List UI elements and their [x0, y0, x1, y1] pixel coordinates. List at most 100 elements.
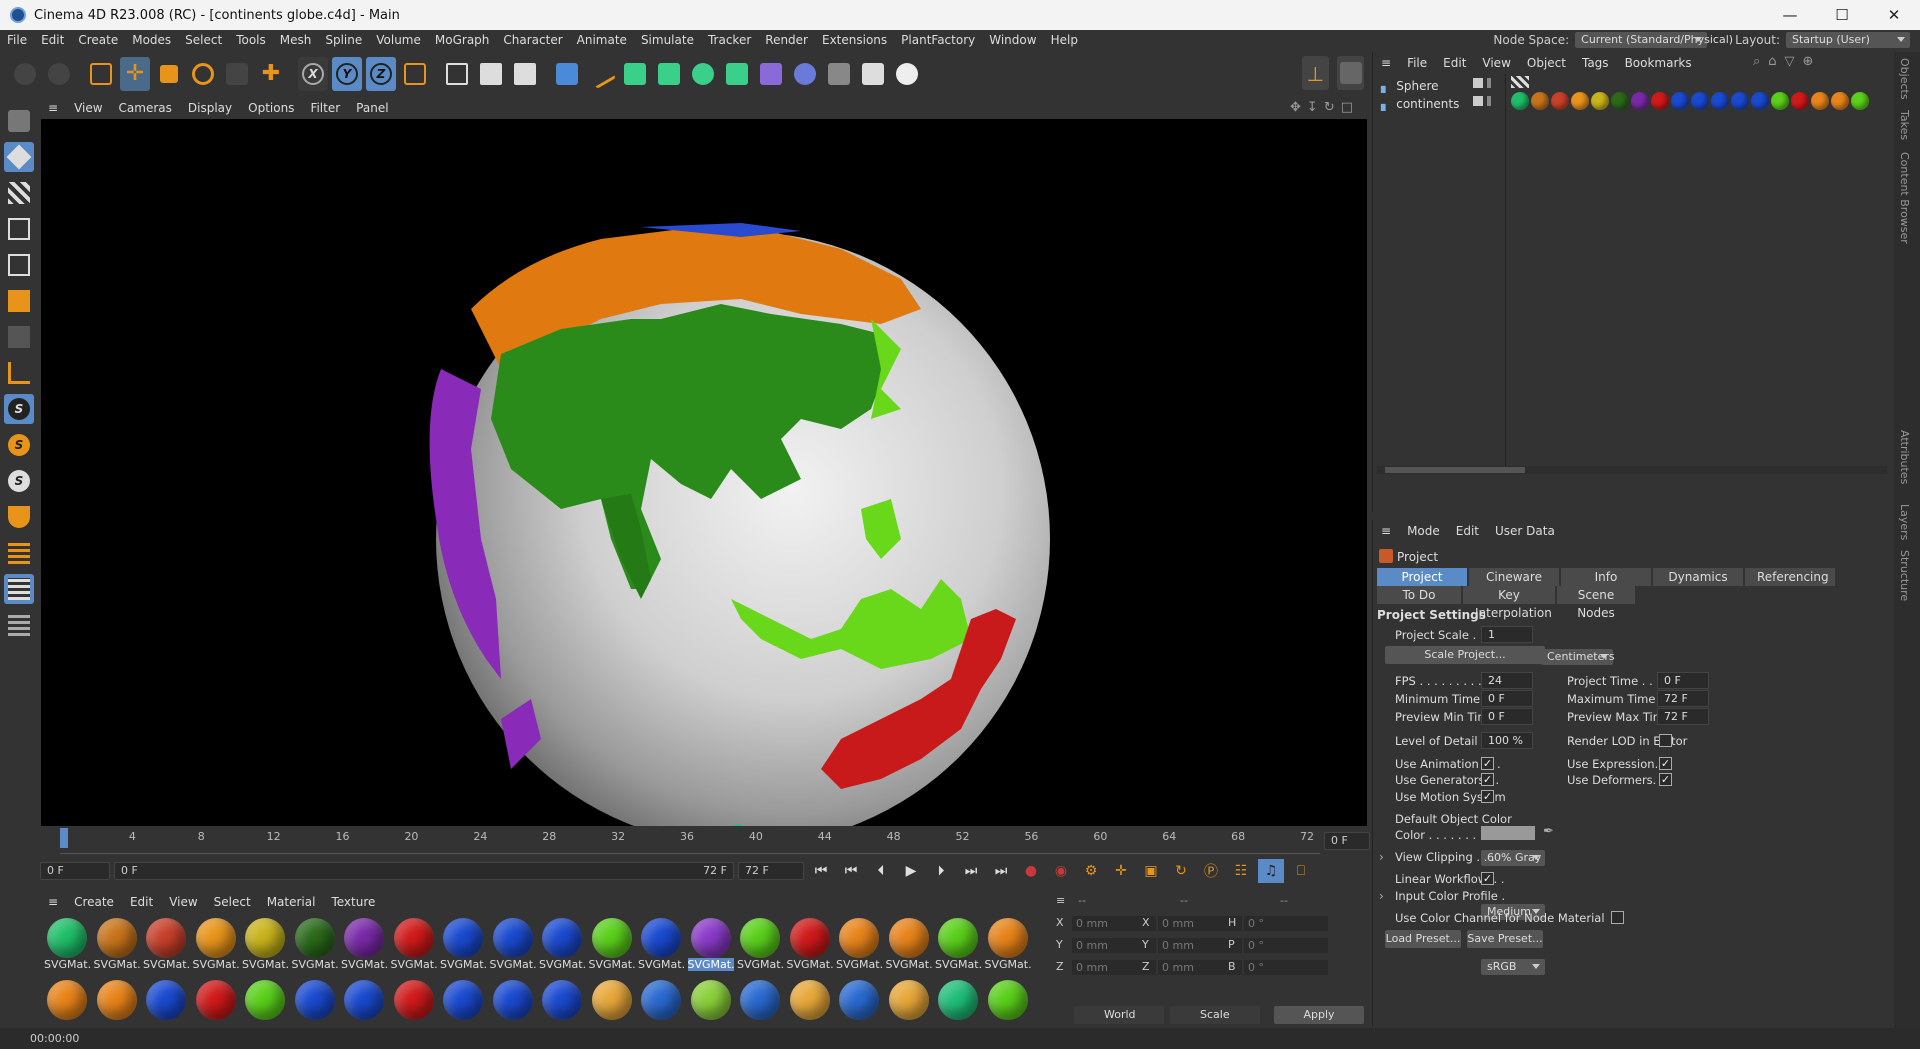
material-swatch[interactable]: SVGMat. [391, 918, 438, 971]
object-menu-view[interactable]: View [1474, 56, 1518, 70]
units-select[interactable]: Centimeters [1541, 649, 1615, 665]
go-to-end-icon[interactable]: ⏭ [988, 859, 1014, 883]
pen-tool-button[interactable] [585, 57, 617, 91]
solo-off-button[interactable]: S [4, 466, 34, 496]
attr-menu-mode[interactable]: Mode [1399, 524, 1448, 538]
max-time-field[interactable]: 72 F [1657, 690, 1709, 707]
side-tab-objects[interactable]: Objects [1898, 58, 1911, 100]
material-swatch[interactable] [391, 980, 437, 1020]
maximize-icon[interactable]: ☐ [1816, 0, 1868, 30]
load-preset-button[interactable]: Load Preset... [1385, 930, 1461, 948]
material-menu-edit[interactable]: Edit [122, 895, 161, 909]
hamburger-icon[interactable]: ≡ [40, 895, 66, 909]
sphere-visibility[interactable] [1473, 78, 1497, 92]
min-time-field[interactable]: 0 F [1481, 690, 1533, 707]
material-tag-icon[interactable] [1731, 92, 1749, 110]
coordinate-system-button[interactable] [400, 57, 430, 91]
material-tag-icon[interactable] [1611, 92, 1629, 110]
light-button[interactable] [892, 57, 922, 91]
go-to-start-icon[interactable]: ⏮ [808, 859, 834, 883]
material-swatch[interactable]: SVGMat. [836, 918, 883, 971]
menu-tracker[interactable]: Tracker [701, 33, 758, 47]
material-swatch[interactable]: SVGMat. [193, 918, 240, 971]
viewport-menu-panel[interactable]: Panel [348, 101, 396, 115]
end-frame-field[interactable]: 72 F [738, 862, 804, 880]
material-swatch[interactable] [440, 980, 486, 1020]
material-swatch[interactable]: SVGMat. [886, 918, 933, 971]
lod-field[interactable]: 100 % [1481, 732, 1533, 749]
menu-extensions[interactable]: Extensions [815, 33, 894, 47]
material-tag-icon[interactable] [1591, 92, 1609, 110]
uv-mode-button[interactable] [4, 322, 34, 352]
menu-render[interactable]: Render [758, 33, 815, 47]
material-swatch[interactable] [341, 980, 387, 1020]
texture-tag-icon[interactable] [1511, 76, 1529, 88]
next-frame-icon[interactable]: ⏵ [928, 859, 954, 883]
viewport-menu-display[interactable]: Display [180, 101, 240, 115]
key-position-icon[interactable]: ✛ [1108, 859, 1134, 883]
material-swatch[interactable] [539, 980, 585, 1020]
toggle-view-icon[interactable]: □ [1341, 100, 1353, 115]
workplane-button[interactable]: ⊥ [1302, 56, 1329, 90]
menu-simulate[interactable]: Simulate [634, 33, 701, 47]
attr-menu-edit[interactable]: Edit [1448, 524, 1487, 538]
model-mode-button[interactable] [4, 142, 34, 172]
cube-object-button[interactable] [552, 57, 582, 91]
extrude-button[interactable] [654, 57, 684, 91]
material-swatch[interactable]: SVGMat. [787, 918, 834, 971]
start-frame-field[interactable]: 0 F [40, 862, 110, 880]
material-menu-select[interactable]: Select [206, 895, 259, 909]
orbit-icon[interactable]: ↻ [1324, 100, 1335, 115]
viewport-menu-cameras[interactable]: Cameras [111, 101, 180, 115]
material-tag-icon[interactable] [1631, 92, 1649, 110]
material-swatch[interactable] [292, 980, 338, 1020]
material-tag-icon[interactable] [1711, 92, 1729, 110]
minimize-icon[interactable]: — [1764, 0, 1816, 30]
material-swatch[interactable]: SVGMat. [589, 918, 636, 971]
preview-min-field[interactable]: 0 F [1481, 708, 1533, 725]
tab-to-do[interactable]: To Do [1377, 586, 1461, 604]
menu-mesh[interactable]: Mesh [273, 33, 319, 47]
y-axis-lock-button[interactable]: Y [332, 57, 362, 91]
material-swatch[interactable] [193, 980, 239, 1020]
play-icon[interactable]: ▶ [898, 859, 924, 883]
key-selection-icon[interactable]: ⚙ [1078, 859, 1104, 883]
z-axis-lock-button[interactable]: Z [366, 57, 396, 91]
snapping-button[interactable] [4, 502, 34, 532]
viewport-menu-view[interactable]: View [66, 101, 110, 115]
scale-project-button[interactable]: Scale Project... [1385, 646, 1545, 664]
tab-project-settings[interactable]: Project Settings [1377, 568, 1467, 602]
material-tag-icon[interactable] [1671, 92, 1689, 110]
use-deformers-checkbox[interactable]: ✓ [1659, 773, 1672, 786]
menu-animate[interactable]: Animate [570, 33, 634, 47]
use-motion-checkbox[interactable]: ✓ [1481, 790, 1494, 803]
go-to-prev-key-icon[interactable]: ⏮ [838, 859, 864, 883]
tab-key-interpolation[interactable]: Key Interpolation [1463, 586, 1555, 620]
coord-field[interactable]: 0 ° [1244, 938, 1328, 953]
material-tag-icon[interactable] [1831, 92, 1849, 110]
fps-field[interactable]: 24 [1481, 672, 1533, 689]
material-tag-icon[interactable] [1571, 92, 1589, 110]
tab-dynamics[interactable]: Dynamics [1653, 568, 1743, 586]
material-swatch[interactable]: SVGMat. [143, 918, 190, 971]
project-scale-field[interactable]: 1 [1481, 626, 1533, 643]
material-swatch[interactable] [688, 980, 734, 1020]
points-mode-button[interactable] [4, 214, 34, 244]
live-selection-button[interactable] [86, 57, 116, 91]
close-icon[interactable]: ✕ [1868, 0, 1920, 30]
snap-button[interactable] [1337, 56, 1364, 90]
menu-create[interactable]: Create [71, 33, 125, 47]
attr-menu-user-data[interactable]: User Data [1487, 524, 1563, 538]
mograph-button[interactable] [722, 57, 752, 91]
redo-button[interactable] [44, 57, 74, 91]
scale-button[interactable] [154, 57, 184, 91]
material-swatch[interactable] [143, 980, 189, 1020]
preview-range-slider[interactable]: 0 F 72 F [114, 862, 734, 880]
object-menu-file[interactable]: File [1399, 56, 1435, 70]
x-axis-lock-button[interactable]: X [298, 57, 328, 91]
dolly-icon[interactable]: ↧ [1307, 100, 1318, 115]
use-animation-checkbox[interactable]: ✓ [1481, 757, 1494, 770]
object-manager-scrollbar[interactable] [1377, 466, 1887, 474]
coord-scale-select[interactable]: Scale [1170, 1006, 1260, 1024]
object-menu-edit[interactable]: Edit [1435, 56, 1474, 70]
